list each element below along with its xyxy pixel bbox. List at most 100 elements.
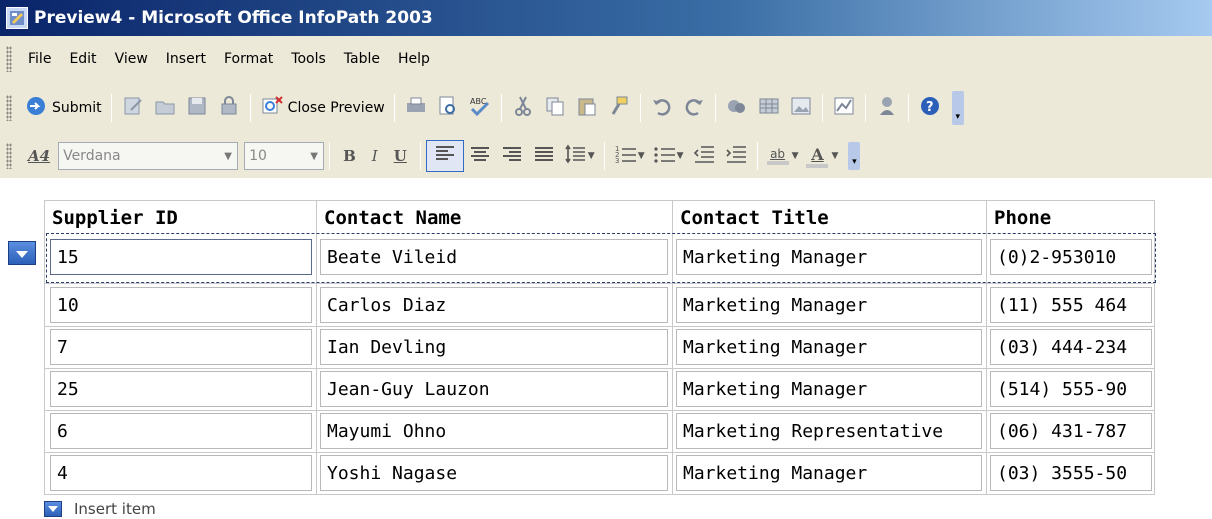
print-button[interactable] bbox=[401, 92, 431, 124]
align-right-button[interactable] bbox=[497, 140, 527, 172]
phone-field[interactable]: (06) 431-787 bbox=[990, 413, 1152, 449]
justify-button[interactable] bbox=[529, 140, 559, 172]
chevron-down-icon: ▼ bbox=[676, 151, 684, 161]
align-center-icon bbox=[468, 142, 492, 170]
toolbar-separator bbox=[864, 94, 866, 122]
toolbar-grip[interactable] bbox=[6, 95, 12, 121]
hyperlink-button[interactable] bbox=[722, 92, 752, 124]
bullets-button[interactable]: ▼ bbox=[650, 140, 687, 172]
font-name-combo[interactable]: Verdana ▼ bbox=[58, 142, 239, 170]
save-button[interactable] bbox=[182, 92, 212, 124]
bold-button[interactable]: B bbox=[335, 147, 364, 165]
open-button[interactable] bbox=[150, 92, 180, 124]
phone-field[interactable]: (03) 444-234 bbox=[990, 329, 1152, 365]
align-center-button[interactable] bbox=[465, 140, 495, 172]
supplier-id-field[interactable]: 4 bbox=[50, 455, 312, 491]
picture-button[interactable] bbox=[786, 92, 816, 124]
table-row-divider bbox=[44, 368, 1154, 369]
format-painter-button[interactable] bbox=[604, 92, 634, 124]
close-preview-label: Close Preview bbox=[287, 100, 385, 116]
contact-name-field[interactable]: Jean-Guy Lauzon bbox=[320, 371, 668, 407]
contact-title-field[interactable]: Marketing Manager bbox=[676, 287, 982, 323]
supplier-id-field[interactable]: 6 bbox=[50, 413, 312, 449]
menu-insert[interactable]: Insert bbox=[158, 47, 216, 71]
copy-button[interactable] bbox=[540, 92, 570, 124]
contact-title-field[interactable]: Marketing Manager bbox=[676, 371, 982, 407]
svg-text:3: 3 bbox=[615, 157, 619, 165]
insert-item-icon bbox=[44, 501, 62, 517]
undo-button[interactable] bbox=[647, 92, 677, 124]
highlight-button[interactable]: ab ▼ bbox=[764, 140, 802, 172]
phone-field[interactable]: (514) 555-90 bbox=[990, 371, 1152, 407]
menu-edit[interactable]: Edit bbox=[61, 47, 106, 71]
contact-name-field[interactable]: Beate Vileid bbox=[320, 239, 668, 275]
menu-help[interactable]: Help bbox=[390, 47, 440, 71]
menu-tools[interactable]: Tools bbox=[283, 47, 336, 71]
menu-file[interactable]: File bbox=[20, 47, 61, 71]
redo-button[interactable] bbox=[679, 92, 709, 124]
spelling-button[interactable]: ABC bbox=[465, 92, 495, 124]
supplier-id-field[interactable]: 10 bbox=[50, 287, 312, 323]
phone-field[interactable]: (03) 3555-50 bbox=[990, 455, 1152, 491]
supplier-id-field[interactable]: 15 bbox=[50, 239, 312, 275]
bulleted-list-icon bbox=[653, 142, 677, 170]
decrease-indent-button[interactable] bbox=[689, 140, 719, 172]
contact-title-field[interactable]: Marketing Manager bbox=[676, 239, 982, 275]
font-size-combo[interactable]: 10 ▼ bbox=[244, 142, 325, 170]
table-border-left bbox=[44, 200, 45, 495]
contact-name-field[interactable]: Mayumi Ohno bbox=[320, 413, 668, 449]
help-button[interactable]: ? bbox=[915, 92, 945, 124]
numbering-button[interactable]: 1 2 3 ▼ bbox=[611, 140, 648, 172]
phone-field[interactable]: (0)2-953010 bbox=[990, 239, 1152, 275]
contact-name-field[interactable]: Carlos Diaz bbox=[320, 287, 668, 323]
toolbar-options-chevron[interactable]: ▾ bbox=[951, 91, 964, 125]
contact-name-field[interactable]: Ian Devling bbox=[320, 329, 668, 365]
close-preview-icon bbox=[260, 94, 284, 122]
phone-field[interactable]: (11) 555 464 bbox=[990, 287, 1152, 323]
toolbar-separator bbox=[500, 94, 502, 122]
supplier-id-field[interactable]: 7 bbox=[50, 329, 312, 365]
increase-indent-button[interactable] bbox=[721, 140, 751, 172]
underline-button[interactable]: U bbox=[386, 147, 415, 165]
cut-button[interactable] bbox=[508, 92, 538, 124]
row-options-button[interactable] bbox=[8, 241, 36, 265]
contact-title-field[interactable]: Marketing Manager bbox=[676, 455, 982, 491]
menu-format[interactable]: Format bbox=[216, 47, 283, 71]
supplier-id-field[interactable]: 25 bbox=[50, 371, 312, 407]
contact-title-field[interactable]: Marketing Manager bbox=[676, 329, 982, 365]
chart-button[interactable] bbox=[829, 92, 859, 124]
contact-title-field[interactable]: Marketing Representative bbox=[676, 413, 982, 449]
column-header-contact-title: Contact Title bbox=[680, 207, 829, 229]
styles-icon[interactable]: A4 bbox=[20, 147, 58, 165]
menu-bar-grip[interactable] bbox=[6, 46, 12, 72]
table-button[interactable] bbox=[754, 92, 784, 124]
research-button[interactable] bbox=[872, 92, 902, 124]
submit-button[interactable]: Submit bbox=[21, 92, 105, 124]
svg-text:?: ? bbox=[926, 100, 934, 115]
infopath-app-icon[interactable] bbox=[6, 7, 28, 29]
align-left-button[interactable] bbox=[425, 140, 464, 172]
permission-button[interactable] bbox=[214, 92, 244, 124]
research-icon bbox=[875, 94, 899, 122]
print-preview-button[interactable] bbox=[433, 92, 463, 124]
column-header-phone: Phone bbox=[994, 207, 1052, 229]
highlight-icon: ab bbox=[766, 147, 789, 165]
menu-view[interactable]: View bbox=[107, 47, 158, 71]
contact-name-field[interactable]: Yoshi Nagase bbox=[320, 455, 668, 491]
menu-bar: File Edit View Insert Format Tools Table… bbox=[0, 36, 1212, 82]
edit-form-icon bbox=[121, 94, 145, 122]
font-color-button[interactable]: A ▼ bbox=[803, 140, 841, 172]
line-spacing-button[interactable]: ▼ bbox=[561, 140, 598, 172]
menu-table[interactable]: Table bbox=[336, 47, 390, 71]
title-bar: Preview4 - Microsoft Office InfoPath 200… bbox=[0, 0, 1212, 36]
formatting-toolbar-grip[interactable] bbox=[6, 143, 12, 169]
italic-button[interactable]: I bbox=[364, 147, 386, 165]
toolbar-separator bbox=[639, 94, 641, 122]
submit-icon bbox=[24, 94, 48, 122]
paste-button[interactable] bbox=[572, 92, 602, 124]
edit-form-button[interactable] bbox=[118, 92, 148, 124]
toolbar-options-chevron[interactable]: ▾ bbox=[848, 142, 861, 170]
insert-item-button[interactable]: Insert item bbox=[44, 499, 156, 519]
close-preview-button[interactable]: Close Preview bbox=[257, 92, 388, 124]
toolbar-separator bbox=[821, 94, 823, 122]
